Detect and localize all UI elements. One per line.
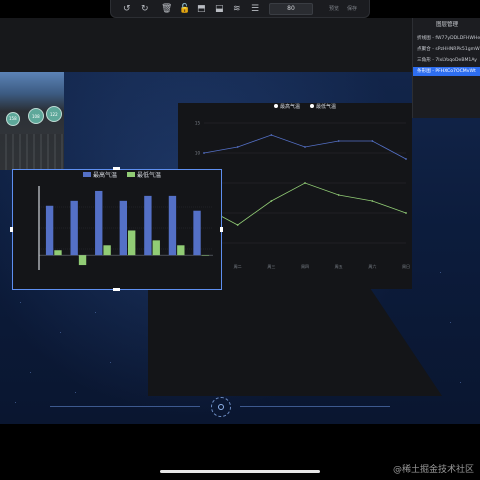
bar bbox=[144, 195, 152, 256]
data-point bbox=[270, 200, 273, 202]
save-button[interactable]: 保存 bbox=[347, 5, 357, 12]
trash-icon[interactable]: 🗑 bbox=[161, 3, 172, 15]
bar-chart-svg: 最高气温 最低气温 bbox=[38, 171, 213, 270]
map-bubble-label: 158 bbox=[9, 116, 17, 121]
triangle-shape[interactable] bbox=[148, 288, 442, 396]
preview-button[interactable]: 预览 bbox=[329, 5, 339, 12]
bar bbox=[193, 210, 201, 256]
x-tick-label: 周五 bbox=[335, 263, 343, 269]
data-point bbox=[405, 158, 407, 160]
zoom-input[interactable]: 80 bbox=[269, 3, 313, 15]
x-tick-label: 周四 bbox=[301, 263, 309, 269]
layers-stack-icon[interactable]: ≋ bbox=[233, 3, 241, 15]
deco-line-left bbox=[50, 406, 200, 407]
layer-down-icon[interactable]: ⬓ bbox=[215, 3, 224, 15]
x-tick-label: 周二 bbox=[234, 263, 242, 269]
lock-icon[interactable]: 🔓 bbox=[179, 3, 190, 15]
x-tick-label: 周六 bbox=[368, 263, 376, 269]
deco-line-right bbox=[240, 406, 390, 407]
undo-icon[interactable]: ↺ bbox=[123, 3, 131, 15]
bar bbox=[119, 200, 127, 256]
bar-chart-widget-selected[interactable]: 最高气温 最低气温 bbox=[12, 169, 222, 290]
data-point bbox=[270, 134, 273, 136]
data-point bbox=[371, 200, 374, 202]
layer-item[interactable]: 点聚合 - sPzHHNRPk51gmWEa bbox=[413, 45, 480, 54]
bar bbox=[152, 240, 160, 256]
data-point bbox=[337, 140, 340, 142]
map-bubble-label: 122 bbox=[50, 112, 58, 117]
x-tick-label: 周三 bbox=[267, 263, 275, 269]
data-point bbox=[405, 212, 407, 214]
legend-label: 最低气温 bbox=[316, 103, 336, 110]
y-tick-label: 15 bbox=[195, 121, 201, 126]
deco-circle-inner bbox=[218, 404, 224, 410]
top-toolbar: ↺ ↻ 🗑 🔓 ⬒ ⬓ ≋ ☰ 80 预览 保存 bbox=[110, 0, 370, 18]
data-point bbox=[236, 146, 239, 148]
resize-handle-bottom[interactable] bbox=[113, 288, 120, 291]
editor-canvas-top bbox=[0, 18, 480, 75]
legend-marker bbox=[127, 172, 135, 177]
layer-item[interactable]: 折线图 - fW77yDDLDFHWHeg bbox=[413, 34, 480, 43]
bar bbox=[201, 255, 210, 256]
resize-handle-right[interactable] bbox=[220, 227, 223, 232]
legend-marker bbox=[83, 172, 91, 177]
resize-handle-top[interactable] bbox=[113, 167, 120, 170]
data-point bbox=[203, 152, 205, 154]
data-point bbox=[304, 146, 306, 148]
bar bbox=[95, 190, 103, 256]
legend-label: 最高气温 bbox=[93, 171, 117, 179]
map-bubble-label: 108 bbox=[32, 114, 40, 119]
redo-icon[interactable]: ↻ bbox=[141, 3, 149, 15]
layer-panel-title: 图层管理 bbox=[435, 22, 458, 28]
bar bbox=[128, 230, 136, 256]
layer-panel: 图层管理 折线图 - fW77yDDLDFHWHeg 点聚合 - sPzHHNR… bbox=[412, 18, 480, 118]
legend-label: 最高气温 bbox=[280, 103, 300, 110]
y-tick-label: 10 bbox=[195, 151, 201, 156]
data-point bbox=[371, 140, 374, 142]
legend-label: 最低气温 bbox=[137, 171, 161, 179]
legend-marker bbox=[274, 104, 278, 108]
data-point bbox=[337, 194, 340, 196]
series-line bbox=[203, 182, 407, 226]
data-point bbox=[304, 182, 306, 184]
legend-marker bbox=[310, 104, 314, 108]
align-icon[interactable]: ☰ bbox=[251, 3, 259, 15]
bar bbox=[70, 200, 78, 256]
data-point bbox=[236, 224, 239, 226]
layer-item[interactable]: 三角形 - 7lxLYoqoDeBM1Ay bbox=[413, 56, 480, 65]
bar bbox=[78, 255, 87, 266]
bar bbox=[177, 245, 185, 256]
resize-handle-left[interactable] bbox=[10, 227, 13, 232]
map-widget[interactable]: 158 108 122 bbox=[0, 72, 64, 170]
bar bbox=[168, 195, 177, 256]
bar bbox=[45, 205, 54, 256]
x-tick-label: 周日 bbox=[402, 263, 410, 269]
home-indicator bbox=[160, 470, 320, 473]
layer-up-icon[interactable]: ⬒ bbox=[197, 3, 206, 15]
bar bbox=[103, 245, 111, 256]
layer-item-active[interactable]: 条形图 - PFHXCo7OCMvWt bbox=[413, 67, 480, 76]
bar bbox=[54, 250, 62, 256]
watermark: @稀土掘金技术社区 bbox=[392, 465, 474, 475]
